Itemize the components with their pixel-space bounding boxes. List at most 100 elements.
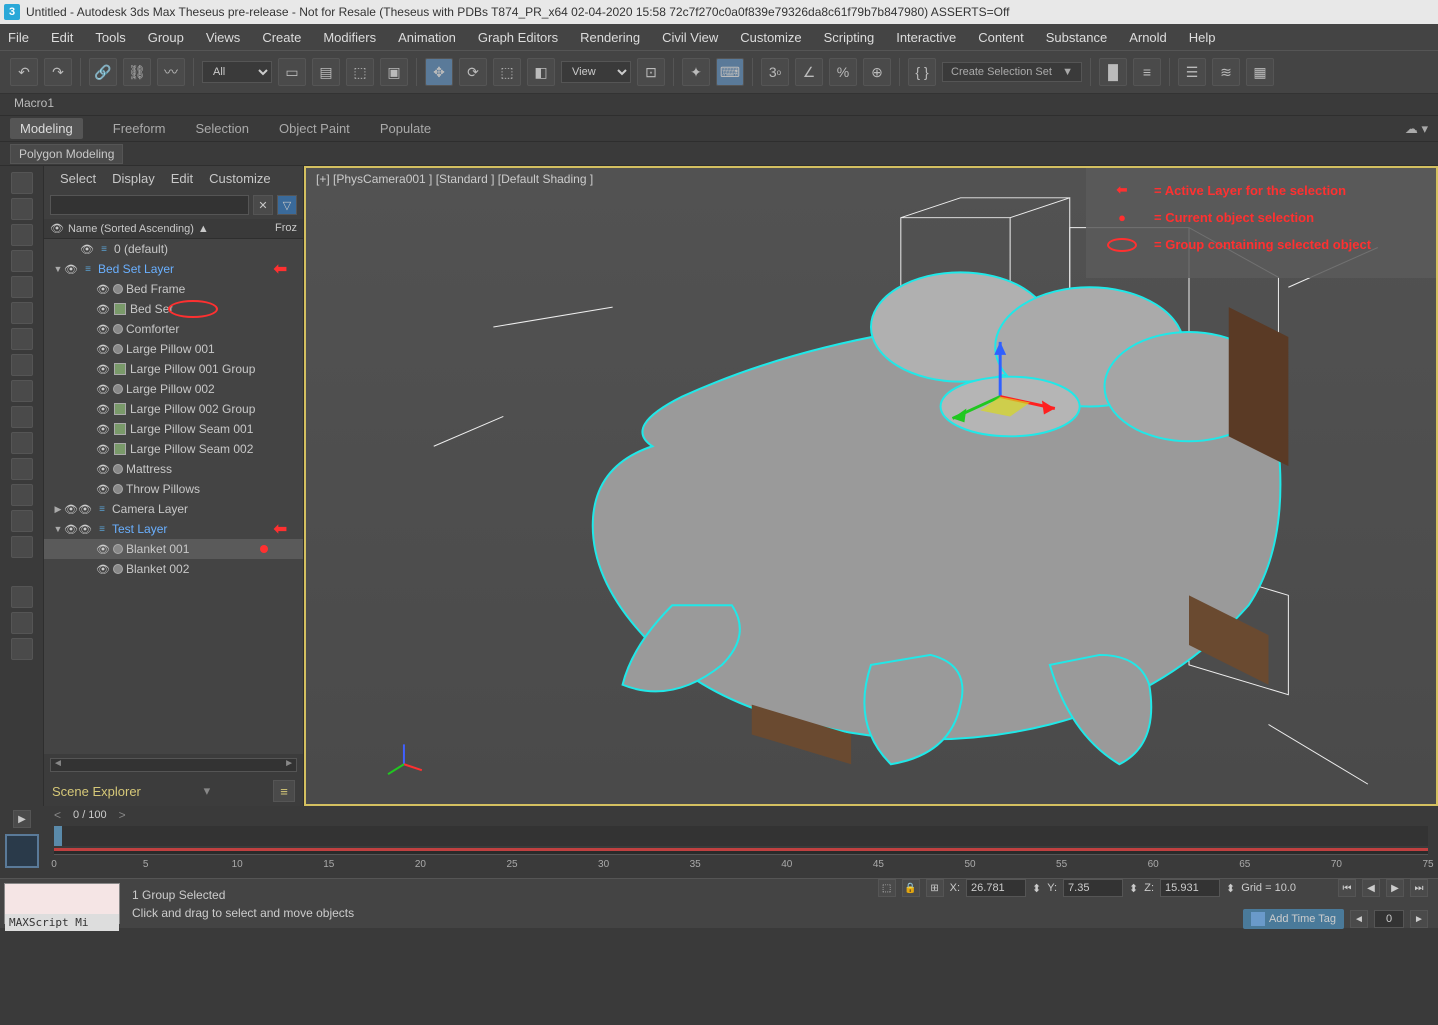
menu-views[interactable]: Views xyxy=(206,30,240,45)
prev-frame-button[interactable]: ◀ xyxy=(1362,879,1380,897)
percent-snap-button[interactable]: % xyxy=(829,58,857,86)
next-button[interactable]: ⏭ xyxy=(1410,879,1428,897)
scene-tree[interactable]: 👁≡0 (default)▼👁≡Bed Set Layer⬅👁Bed Frame… xyxy=(44,239,303,754)
viewport-label[interactable]: [+] [PhysCamera001 ] [Standard ] [Defaul… xyxy=(316,172,593,186)
menu-group[interactable]: Group xyxy=(148,30,184,45)
eye-icon[interactable]: 👁 xyxy=(96,363,110,376)
layer-explorer-button[interactable]: ☰ xyxy=(1178,58,1206,86)
tree-row[interactable]: ▼👁👁≡Test Layer⬅ xyxy=(44,519,303,539)
viewport-nav-square[interactable] xyxy=(5,834,39,868)
menu-tools[interactable]: Tools xyxy=(95,30,125,45)
tl-right-bracket[interactable]: > xyxy=(119,808,126,822)
tab-selection[interactable]: Selection xyxy=(196,121,249,136)
tree-row[interactable]: 👁Large Pillow Seam 002 xyxy=(44,439,303,459)
key-fwd-button[interactable]: ► xyxy=(1410,910,1428,928)
expmenu-customize[interactable]: Customize xyxy=(209,171,270,186)
tree-row[interactable]: 👁Bed Frame xyxy=(44,279,303,299)
select-object-button[interactable]: ▭ xyxy=(278,58,306,86)
lt-shape-button[interactable] xyxy=(11,302,33,324)
window-crossing-button[interactable]: ▣ xyxy=(380,58,408,86)
expmenu-select[interactable]: Select xyxy=(60,171,96,186)
lt-camera-button[interactable] xyxy=(11,250,33,272)
expmenu-edit[interactable]: Edit xyxy=(171,171,193,186)
tree-row[interactable]: 👁Bed Set xyxy=(44,299,303,319)
rotate-button[interactable]: ⟳ xyxy=(459,58,487,86)
lock-button[interactable]: 🔒 xyxy=(902,879,920,897)
menu-create[interactable]: Create xyxy=(262,30,301,45)
explorer-search-input[interactable] xyxy=(50,195,249,215)
lt-group-button[interactable] xyxy=(11,354,33,376)
select-region-button[interactable]: ⬚ xyxy=(346,58,374,86)
lt-extra1-button[interactable] xyxy=(11,510,33,532)
refcoord-dropdown[interactable]: View xyxy=(561,61,631,83)
expmenu-display[interactable]: Display xyxy=(112,171,155,186)
layers-toggle-button[interactable]: ≡ xyxy=(273,780,295,802)
lt-sync-button[interactable] xyxy=(11,638,33,660)
add-time-tag-button[interactable]: Add Time Tag xyxy=(1243,909,1344,929)
selection-set-dropdown[interactable]: Create Selection Set▼ xyxy=(942,62,1082,82)
tree-row[interactable]: 👁Comforter xyxy=(44,319,303,339)
lt-select-button[interactable] xyxy=(11,198,33,220)
lt-light-button[interactable] xyxy=(11,224,33,246)
tree-row[interactable]: 👁Large Pillow 002 xyxy=(44,379,303,399)
y-input[interactable]: 7.35 xyxy=(1063,879,1123,897)
eye-icon[interactable]: 👁 xyxy=(96,463,110,476)
menu-file[interactable]: File xyxy=(8,30,29,45)
goto-start-button[interactable]: ⏮ xyxy=(1338,879,1356,897)
lt-bone-button[interactable] xyxy=(11,380,33,402)
curve-editor-button[interactable]: ≋ xyxy=(1212,58,1240,86)
eye-icon[interactable]: 👁 xyxy=(96,323,110,336)
menu-grapheditors[interactable]: Graph Editors xyxy=(478,30,558,45)
tree-row[interactable]: 👁Large Pillow 001 Group xyxy=(44,359,303,379)
eye-icon[interactable]: 👁 xyxy=(96,423,110,436)
lt-extra2-button[interactable] xyxy=(11,536,33,558)
eye-icon[interactable]: 👁 xyxy=(96,443,110,456)
eye-icon[interactable]: 👁 xyxy=(96,383,110,396)
maxscript-listener[interactable]: MAXScript Mi xyxy=(4,883,120,924)
polygon-modeling-panel[interactable]: Polygon Modeling xyxy=(10,144,123,164)
lt-none-button[interactable] xyxy=(11,458,33,480)
align-button[interactable]: ≡ xyxy=(1133,58,1161,86)
key-back-button[interactable]: ◄ xyxy=(1350,910,1368,928)
lt-all-button[interactable] xyxy=(11,432,33,454)
explorer-header[interactable]: 👁Name (Sorted Ascending)▲ Froz xyxy=(44,219,303,239)
undo-button[interactable]: ↶ xyxy=(10,58,38,86)
eye-icon[interactable]: 👁 xyxy=(96,403,110,416)
eye-icon[interactable]: 👁 xyxy=(64,263,78,276)
spinner-snap-button[interactable]: ⊕ xyxy=(863,58,891,86)
bind-button[interactable]: 〰 xyxy=(157,58,185,86)
viewport[interactable]: [+] [PhysCamera001 ] [Standard ] [Defaul… xyxy=(304,166,1438,806)
tree-row[interactable]: 👁Large Pillow 001 xyxy=(44,339,303,359)
isolate-button[interactable]: ⬚ xyxy=(878,879,896,897)
current-frame[interactable]: 0 / 100 xyxy=(67,809,113,821)
lt-geometry-button[interactable] xyxy=(11,328,33,350)
eye-icon[interactable]: 👁 xyxy=(78,523,92,536)
tree-row[interactable]: 👁Blanket 002 xyxy=(44,559,303,579)
tl-left-bracket[interactable]: < xyxy=(54,808,61,822)
menu-customize[interactable]: Customize xyxy=(740,30,801,45)
edit-selection-button[interactable]: { } xyxy=(908,58,936,86)
select-name-button[interactable]: ▤ xyxy=(312,58,340,86)
eye-icon[interactable]: 👁 xyxy=(96,283,110,296)
eye-icon[interactable]: 👁 xyxy=(80,243,94,256)
placement-button[interactable]: ◧ xyxy=(527,58,555,86)
horizontal-scrollbar[interactable] xyxy=(50,758,297,772)
x-input[interactable]: 26.781 xyxy=(966,879,1026,897)
tree-row[interactable]: 👁≡0 (default) xyxy=(44,239,303,259)
ribbon-toggle-icon[interactable]: ☁ ▾ xyxy=(1405,121,1428,137)
lt-particle-button[interactable] xyxy=(11,406,33,428)
mirror-button[interactable]: ▐▌ xyxy=(1099,58,1127,86)
menu-civilview[interactable]: Civil View xyxy=(662,30,718,45)
menu-arnold[interactable]: Arnold xyxy=(1129,30,1167,45)
filter-dropdown[interactable]: All xyxy=(202,61,272,83)
lt-sort-button[interactable] xyxy=(11,612,33,634)
snap-button[interactable]: 3o xyxy=(761,58,789,86)
eye-icon[interactable]: 👁 xyxy=(96,543,110,556)
eye-icon[interactable]: 👁 xyxy=(96,483,110,496)
menu-scripting[interactable]: Scripting xyxy=(824,30,875,45)
menu-modifiers[interactable]: Modifiers xyxy=(323,30,376,45)
frame-number-input[interactable]: 0 xyxy=(1374,910,1404,928)
tree-row[interactable]: ▶👁👁≡Camera Layer xyxy=(44,499,303,519)
manipulate-button[interactable]: ✦ xyxy=(682,58,710,86)
tab-freeform[interactable]: Freeform xyxy=(113,121,166,136)
